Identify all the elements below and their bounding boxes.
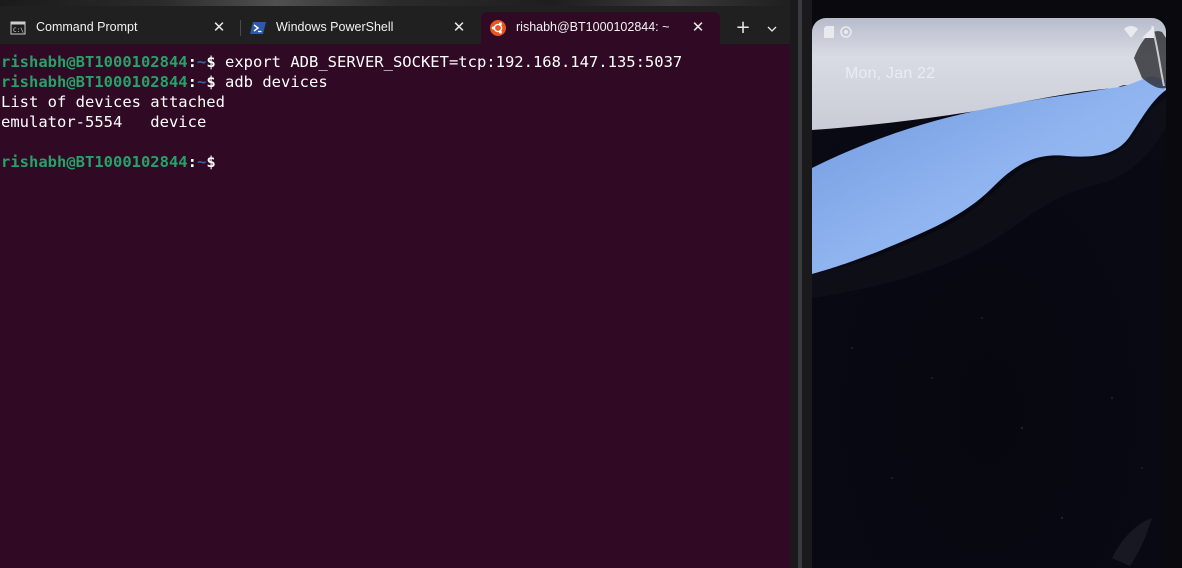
prompt-separator: : (187, 53, 197, 71)
terminal-line: rishabh@BT1000102844:~$ (1, 152, 790, 172)
svg-text:C:\: C:\ (13, 27, 24, 34)
tab-windows-powershell[interactable]: Windows PowerShell ✕ (240, 12, 480, 44)
prompt-separator: : (187, 153, 197, 171)
emulator-screen[interactable]: Mon, Jan 22 (812, 18, 1166, 568)
ubuntu-icon (490, 20, 506, 36)
terminal-line: rishabh@BT1000102844:~$ adb devices (1, 72, 790, 92)
prompt-user: rishabh@BT1000102844 (1, 153, 188, 171)
status-bar (812, 18, 1166, 42)
window-divider (790, 0, 812, 568)
chevron-down-icon[interactable] (762, 18, 782, 40)
tab-label: rishabh@BT1000102844: ~ (516, 20, 670, 34)
command-text: export ADB_SERVER_SOCKET=tcp:192.168.147… (215, 53, 683, 71)
command-text: adb devices (215, 73, 328, 91)
prompt-path: ~ (196, 73, 207, 91)
new-tab-button[interactable]: + (732, 18, 754, 40)
cellular-signal-icon (1142, 23, 1154, 42)
close-icon[interactable]: ✕ (450, 18, 468, 36)
terminal-line: rishabh@BT1000102844:~$ export ADB_SERVE… (1, 52, 790, 72)
prompt-user: rishabh@BT1000102844 (1, 53, 188, 71)
prompt-symbol: $ (206, 73, 216, 91)
wifi-icon (1124, 23, 1138, 42)
prompt-path: ~ (196, 153, 207, 171)
tab-label: Windows PowerShell (276, 20, 394, 34)
terminal-line: emulator-5554 device (1, 113, 207, 131)
powershell-icon (250, 20, 266, 36)
cmd-icon: C:\ (10, 20, 26, 36)
tab-command-prompt[interactable]: C:\ Command Prompt ✕ (0, 12, 240, 44)
terminal-line: List of devices attached (1, 93, 225, 111)
sd-card-icon (824, 23, 834, 42)
prompt-symbol: $ (206, 53, 216, 71)
lockscreen-date: Mon, Jan 22 (845, 65, 936, 82)
prompt-user: rishabh@BT1000102844 (1, 73, 188, 91)
tab-label: Command Prompt (36, 20, 138, 34)
prompt-separator: : (187, 73, 197, 91)
prompt-path: ~ (196, 53, 207, 71)
circle-status-icon (840, 23, 852, 42)
lockscreen-wallpaper (812, 18, 1166, 568)
emulator-frame-edge (1166, 0, 1182, 568)
close-icon[interactable]: ✕ (210, 18, 228, 36)
terminal-window: C:\ Command Prompt ✕ Windows PowerShell … (0, 0, 790, 568)
terminal-output[interactable]: rishabh@BT1000102844:~$ export ADB_SERVE… (0, 44, 790, 568)
close-icon[interactable]: ✕ (689, 18, 707, 36)
tab-bar: C:\ Command Prompt ✕ Windows PowerShell … (0, 6, 790, 50)
prompt-symbol: $ (206, 153, 216, 171)
